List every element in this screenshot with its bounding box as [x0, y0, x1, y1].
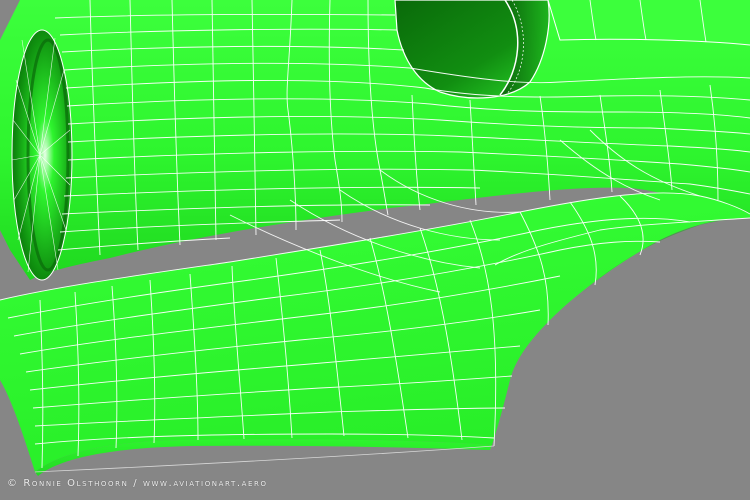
- upper-panel: [548, 0, 750, 45]
- wireframe-render: [0, 0, 750, 476]
- intake-ring: [11, 29, 73, 281]
- render-viewport: © Ronnie Olsthoorn / www.aviationart.aer…: [0, 0, 750, 500]
- watermark-credit: © Ronnie Olsthoorn / www.aviationart.aer…: [7, 478, 268, 489]
